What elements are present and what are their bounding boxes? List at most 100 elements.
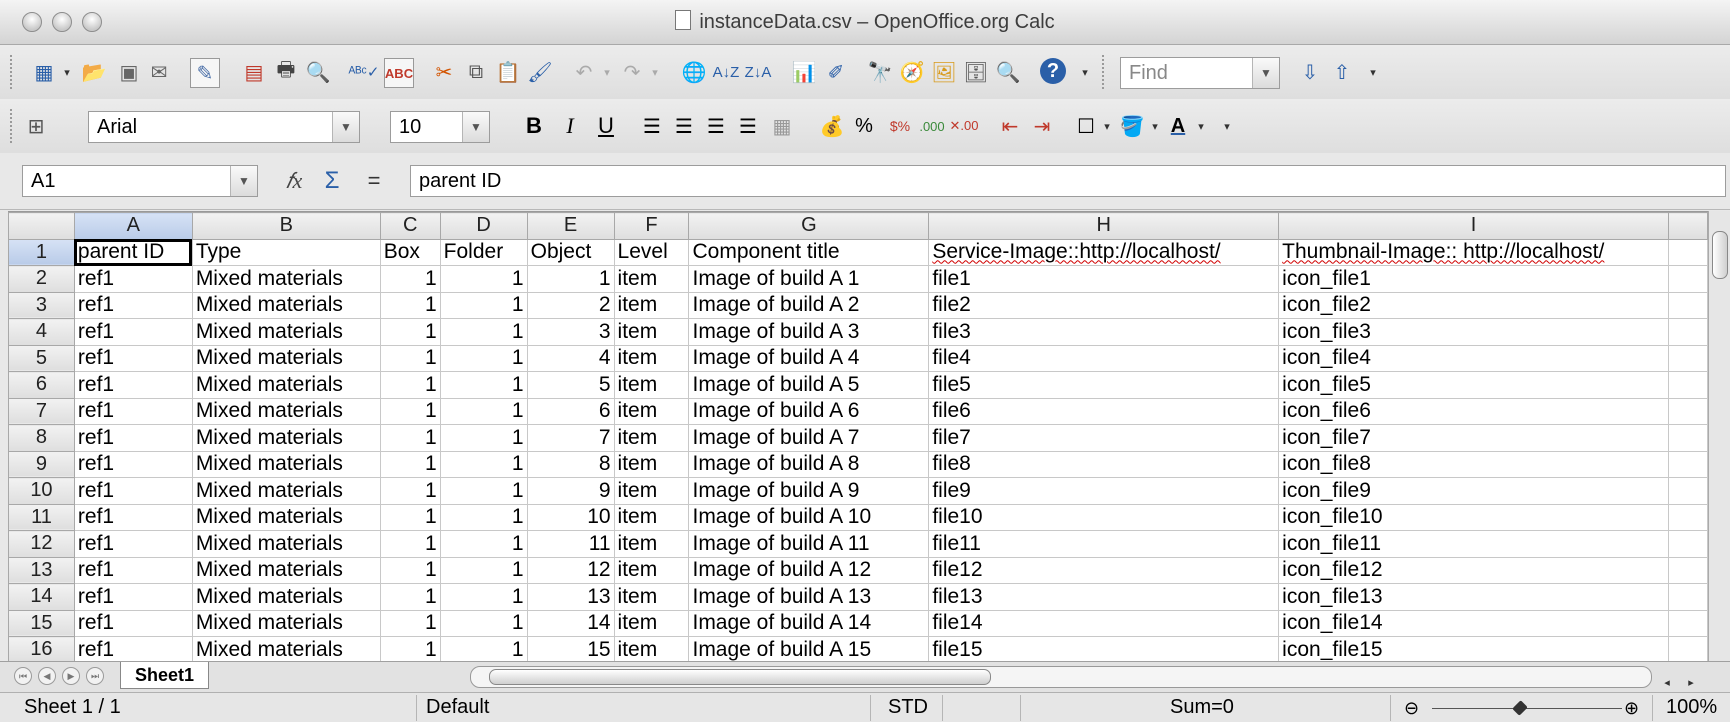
cell[interactable]: file5 <box>928 371 1280 399</box>
cell[interactable]: icon_file6 <box>1278 397 1669 425</box>
row-header[interactable]: 8 <box>8 424 75 452</box>
column-header[interactable]: D <box>439 212 528 240</box>
cell[interactable]: file4 <box>928 344 1280 372</box>
cell[interactable]: item <box>613 344 690 372</box>
cell[interactable]: icon_file9 <box>1278 477 1669 505</box>
row-header[interactable]: 12 <box>8 530 75 558</box>
cell[interactable]: Image of build A 5 <box>688 371 930 399</box>
zoom-slider-track[interactable] <box>1432 708 1622 709</box>
row-header[interactable]: 15 <box>8 609 75 637</box>
cell[interactable] <box>1668 291 1708 319</box>
cell[interactable]: ref1 <box>73 344 193 372</box>
bold-icon[interactable]: B <box>520 112 548 140</box>
cell[interactable]: ref1 <box>73 265 193 293</box>
cell[interactable]: ref1 <box>73 424 193 452</box>
cell[interactable]: item <box>613 477 690 505</box>
cell[interactable]: Mixed materials <box>191 556 381 584</box>
cell[interactable]: item <box>613 397 690 425</box>
delete-decimal-icon[interactable]: ✕.00 <box>950 112 979 140</box>
column-header[interactable]: C <box>379 212 441 240</box>
column-header[interactable]: G <box>688 212 930 240</box>
find-toolbar-options-icon[interactable]: ▾ <box>1366 58 1380 86</box>
select-all-corner[interactable] <box>8 212 75 240</box>
cell[interactable]: 2 <box>526 291 615 319</box>
cell[interactable]: 1 <box>439 265 528 293</box>
new-document-icon[interactable]: ▦ <box>30 58 58 86</box>
percent-format-icon[interactable]: % <box>850 112 878 140</box>
cell[interactable]: 6 <box>526 397 615 425</box>
horizontal-scrollbar[interactable] <box>470 666 1652 688</box>
cell[interactable]: 1 <box>439 609 528 637</box>
cell[interactable]: Mixed materials <box>191 450 381 478</box>
cell[interactable]: Image of build A 13 <box>688 583 930 611</box>
cell[interactable]: Level <box>613 238 690 266</box>
cell[interactable]: ref1 <box>73 318 193 346</box>
cell[interactable]: 1 <box>439 477 528 505</box>
cell[interactable]: ref1 <box>73 291 193 319</box>
cell[interactable]: icon_file1 <box>1278 265 1669 293</box>
cell[interactable]: Image of build A 6 <box>688 397 930 425</box>
cell[interactable]: icon_file14 <box>1278 609 1669 637</box>
cell[interactable]: icon_file7 <box>1278 424 1669 452</box>
undo-dropdown-icon[interactable]: ▾ <box>600 58 614 86</box>
gallery-icon[interactable]: 🖼 <box>930 58 958 86</box>
cell[interactable]: item <box>613 265 690 293</box>
cell[interactable]: 1 <box>439 556 528 584</box>
cell[interactable]: Object <box>526 238 615 266</box>
cell[interactable]: 1 <box>439 318 528 346</box>
cell[interactable]: 1 <box>379 530 441 558</box>
paste-icon[interactable]: 📋 <box>494 58 522 86</box>
column-header[interactable]: E <box>526 212 615 240</box>
cell[interactable] <box>1668 371 1708 399</box>
first-sheet-icon[interactable]: ⏮ <box>14 667 32 685</box>
cell[interactable]: Image of build A 9 <box>688 477 930 505</box>
name-box-dropdown-icon[interactable]: ▼ <box>230 166 257 196</box>
cell[interactable]: icon_file10 <box>1278 503 1669 531</box>
cell[interactable]: icon_file15 <box>1278 636 1669 662</box>
cell[interactable]: Image of build A 3 <box>688 318 930 346</box>
cell[interactable]: 7 <box>526 424 615 452</box>
spellcheck-icon[interactable]: ᴬᴮᶜ✓ <box>349 58 380 86</box>
cell[interactable]: Image of build A 2 <box>688 291 930 319</box>
cell[interactable]: 1 <box>379 583 441 611</box>
cell[interactable]: 5 <box>526 371 615 399</box>
toolbar-grip[interactable] <box>10 55 15 89</box>
cell[interactable]: 15 <box>526 636 615 662</box>
find-dropdown-icon[interactable]: ▼ <box>1252 58 1279 88</box>
cell[interactable]: 12 <box>526 556 615 584</box>
format-paintbrush-icon[interactable]: 🖌 <box>526 58 554 86</box>
align-right-icon[interactable]: ☰ <box>702 112 730 140</box>
cell[interactable]: ref1 <box>73 477 193 505</box>
cell[interactable]: 1 <box>379 318 441 346</box>
column-header[interactable]: A <box>73 212 193 240</box>
column-header[interactable]: I <box>1278 212 1669 240</box>
new-dropdown-icon[interactable]: ▾ <box>60 58 74 86</box>
cell[interactable]: Mixed materials <box>191 397 381 425</box>
cell[interactable]: item <box>613 609 690 637</box>
cell[interactable]: Mixed materials <box>191 424 381 452</box>
font-size-dropdown-icon[interactable]: ▼ <box>462 112 489 142</box>
cell[interactable] <box>1668 397 1708 425</box>
cell[interactable]: item <box>613 318 690 346</box>
cell[interactable]: ref1 <box>73 609 193 637</box>
cell[interactable]: 3 <box>526 318 615 346</box>
save-icon[interactable]: ▣ <box>115 58 143 86</box>
font-size-combo[interactable]: 10 ▼ <box>390 111 490 143</box>
column-header[interactable] <box>1668 212 1708 240</box>
cell[interactable]: 1 <box>379 265 441 293</box>
cell[interactable]: icon_file13 <box>1278 583 1669 611</box>
cell[interactable]: ref1 <box>73 371 193 399</box>
cell[interactable]: Mixed materials <box>191 477 381 505</box>
cell[interactable]: Box <box>379 238 441 266</box>
cell[interactable]: Mixed materials <box>191 609 381 637</box>
cell[interactable]: Component title <box>688 238 930 266</box>
undo-icon[interactable]: ↶ <box>570 58 598 86</box>
cell[interactable]: Thumbnail-Image:: http://localhost/ <box>1278 238 1669 266</box>
edit-file-icon[interactable]: ✎ <box>190 58 220 88</box>
cell[interactable]: icon_file12 <box>1278 556 1669 584</box>
cell[interactable]: Image of build A 12 <box>688 556 930 584</box>
cell[interactable]: icon_file4 <box>1278 344 1669 372</box>
cell[interactable]: file10 <box>928 503 1280 531</box>
cell[interactable] <box>1668 238 1708 266</box>
background-color-dropdown-icon[interactable]: ▾ <box>1148 112 1162 140</box>
